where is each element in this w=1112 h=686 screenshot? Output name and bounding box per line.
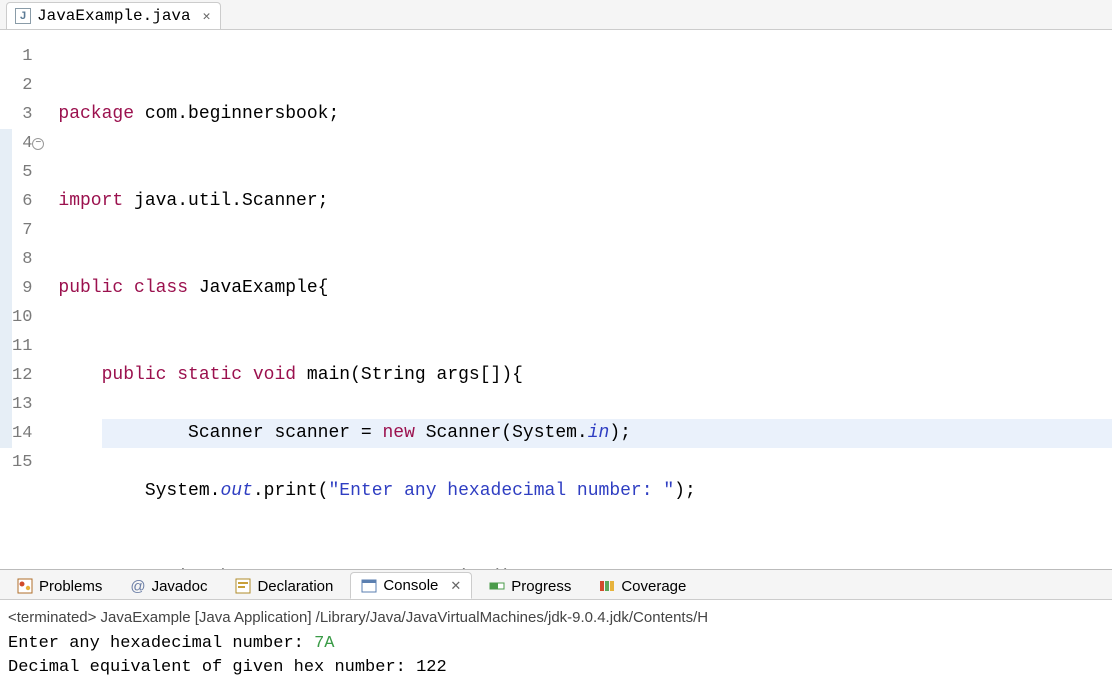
panel-tab-bar: Problems @ Javadoc Declaration Console ✕…	[0, 570, 1112, 600]
tab-label: Coverage	[621, 578, 686, 595]
code-line-current: Scanner scanner = new Scanner(System.in)…	[102, 419, 1112, 448]
tab-label: Progress	[511, 578, 571, 595]
editor-tab-bar: J JavaExample.java ✕	[0, 0, 1112, 30]
tab-console[interactable]: Console ✕	[350, 572, 472, 599]
editor-tab-javaexample[interactable]: J JavaExample.java ✕	[6, 2, 221, 29]
code-line: System.out.print("Enter any hexadecimal …	[58, 477, 1112, 506]
line-number: 2	[12, 71, 32, 100]
declaration-icon	[235, 578, 251, 594]
line-number: 15	[12, 448, 32, 477]
editor-left-strip	[0, 42, 12, 569]
line-number: 3	[12, 100, 32, 129]
code-line: package com.beginnersbook;	[58, 100, 1112, 129]
line-number: 5	[12, 158, 32, 187]
console-body[interactable]: <terminated> JavaExample [Java Applicati…	[0, 600, 1112, 686]
line-number: 9	[12, 274, 32, 303]
console-line: Decimal equivalent of given hex number: …	[8, 656, 1104, 680]
editor-gutter: 1 2 3 4− 5 6 7 8 9 10 11 12 13 14 15	[12, 30, 42, 569]
javadoc-icon: @	[130, 578, 145, 595]
java-file-icon: J	[15, 8, 31, 24]
close-icon[interactable]: ✕	[197, 9, 211, 24]
tab-label: Console	[383, 577, 438, 594]
close-icon[interactable]: ✕	[444, 578, 461, 594]
line-number: 11	[12, 332, 32, 361]
code-content[interactable]: package com.beginnersbook; import java.u…	[42, 30, 1112, 569]
code-line: import java.util.Scanner;	[58, 187, 1112, 216]
fold-toggle-icon[interactable]: −	[32, 138, 44, 150]
tab-problems[interactable]: Problems	[6, 573, 113, 599]
line-number: 14	[12, 419, 32, 448]
line-number: 13	[12, 390, 32, 419]
console-user-input: 7A	[314, 634, 334, 653]
code-line: public static void main(String args[]){	[58, 361, 1112, 390]
problems-icon	[17, 578, 33, 594]
tab-declaration[interactable]: Declaration	[224, 573, 344, 599]
editor-area[interactable]: 1 2 3 4− 5 6 7 8 9 10 11 12 13 14 15 pac…	[0, 30, 1112, 569]
editor-tab-label: JavaExample.java	[37, 7, 191, 25]
tab-coverage[interactable]: Coverage	[588, 573, 697, 599]
line-number: 1	[12, 42, 32, 71]
bottom-panel: Problems @ Javadoc Declaration Console ✕…	[0, 569, 1112, 686]
line-number: 10	[12, 303, 32, 332]
code-line: public class JavaExample{	[58, 274, 1112, 303]
line-number: 8	[12, 245, 32, 274]
console-status: <terminated> JavaExample [Java Applicati…	[8, 606, 1104, 632]
coverage-icon	[599, 578, 615, 594]
tab-label: Javadoc	[152, 578, 208, 595]
tab-label: Declaration	[257, 578, 333, 595]
console-line: Enter any hexadecimal number: 7A	[8, 632, 1104, 656]
tab-progress[interactable]: Progress	[478, 573, 582, 599]
tab-javadoc[interactable]: @ Javadoc	[119, 573, 218, 599]
line-number: 6	[12, 187, 32, 216]
progress-icon	[489, 578, 505, 594]
console-icon	[361, 578, 377, 594]
tab-label: Problems	[39, 578, 102, 595]
line-number: 4−	[12, 129, 32, 158]
line-number: 7	[12, 216, 32, 245]
line-number: 12	[12, 361, 32, 390]
